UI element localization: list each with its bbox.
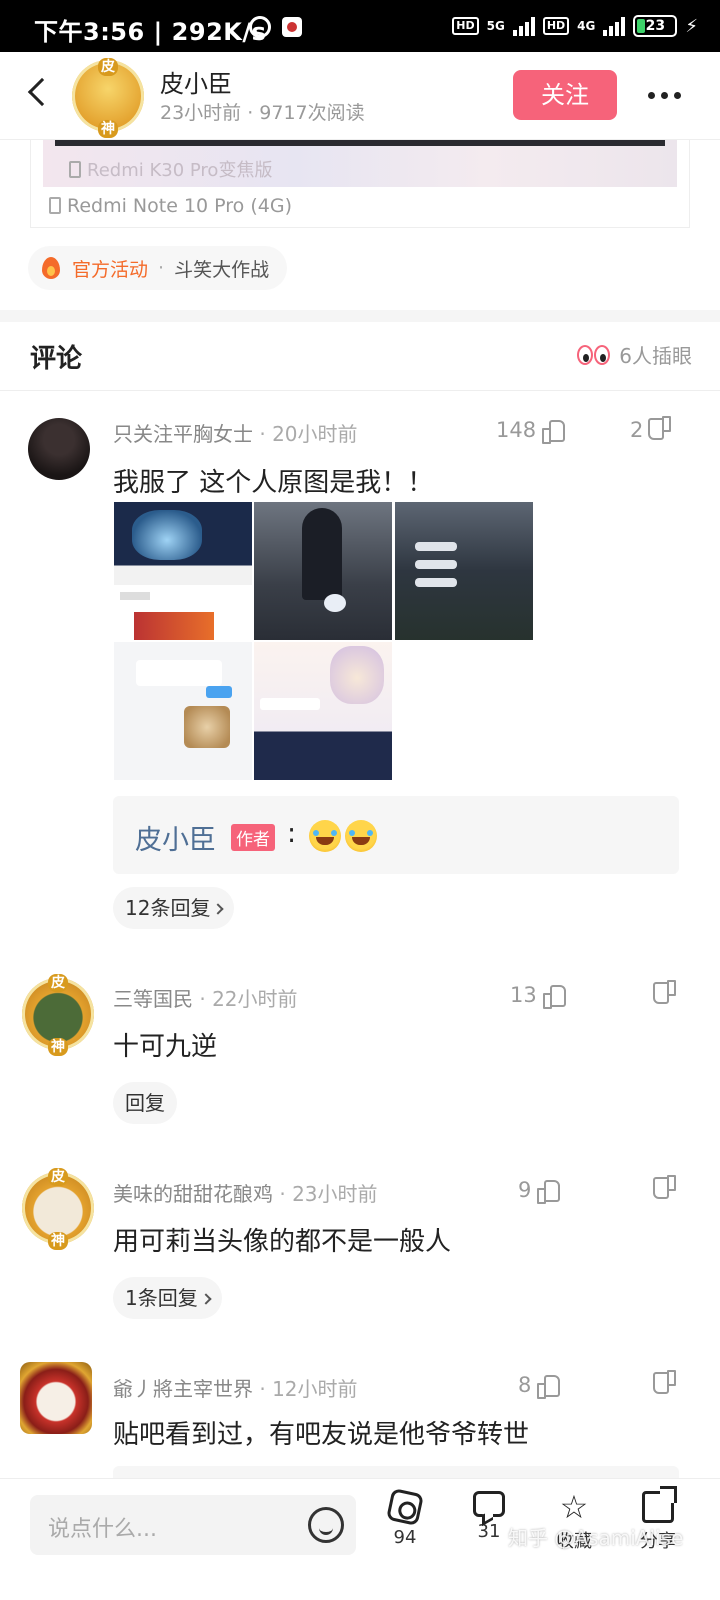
author-name[interactable]: 皮小臣 xyxy=(160,64,232,99)
star-icon: ☆ xyxy=(559,1488,589,1526)
post-header: 皮 神 皮小臣 23小时前 · 9717次阅读 关注 xyxy=(0,52,720,140)
comment-image-grid xyxy=(114,502,534,782)
author-reply-name[interactable]: 皮小臣 xyxy=(135,818,216,857)
status-time-speed: 下午3:56 | 292K/s xyxy=(34,18,267,46)
battery-level: 23 xyxy=(645,18,666,34)
section-divider xyxy=(0,310,720,322)
share-icon xyxy=(642,1486,677,1523)
badge-bottom-label: 神 xyxy=(98,120,118,138)
device-ghost-label: Redmi K30 Pro变焦版 xyxy=(69,156,272,182)
comment-image[interactable] xyxy=(254,502,392,640)
comment-image[interactable] xyxy=(395,502,533,640)
watchers-label: 6人插眼 xyxy=(619,344,692,368)
battery-icon: 23 xyxy=(633,15,678,37)
status-bar: 下午3:56 | 292K/s HD 5G HD 4G 23 ⚡ xyxy=(0,0,720,52)
thumbs-up-icon[interactable] xyxy=(542,419,566,444)
device-label: Redmi Note 10 Pro (4G) xyxy=(49,195,292,217)
post-meta: 23小时前 · 9717次阅读 xyxy=(160,102,365,124)
comment-icon xyxy=(473,1491,505,1517)
flame-icon xyxy=(42,257,60,279)
reply-button[interactable]: 回复 xyxy=(113,1082,177,1124)
like-count[interactable]: 9 xyxy=(518,1178,561,1204)
view-replies-button[interactable]: 12条回复 xyxy=(113,887,235,929)
comment-time: · 12小时前 xyxy=(259,1377,358,1401)
comment-text: 贴吧看到过，有吧友说是他爷爷转世 xyxy=(113,1420,530,1450)
thumbs-up-icon[interactable] xyxy=(537,1179,561,1204)
network-label: 5G xyxy=(486,19,505,33)
emoji-icon[interactable] xyxy=(308,1507,344,1543)
author-avatar[interactable]: 皮 神 xyxy=(72,58,144,138)
comment-image[interactable] xyxy=(114,642,252,780)
watermark: 知乎 @AsamiAlise xyxy=(508,1526,684,1550)
card-icon xyxy=(386,1488,424,1526)
chevron-right-icon xyxy=(212,903,225,915)
author-reply[interactable]: 皮小臣 作者 : xyxy=(113,796,679,874)
comment-user[interactable]: 美味的甜甜花酿鸡 · 23小时前 xyxy=(113,1178,378,1207)
laugh-cry-emoji-icon xyxy=(345,820,377,852)
comment-user[interactable]: 三等国民 · 22小时前 xyxy=(113,983,298,1012)
comment-user[interactable]: 爺丿將主宰世界 · 12小时前 xyxy=(113,1373,358,1402)
dislike-button[interactable] xyxy=(654,1178,676,1200)
comment-avatar[interactable]: 皮 神 xyxy=(22,1168,94,1250)
comments-title: 评论 xyxy=(30,344,83,374)
follow-button[interactable]: 关注 xyxy=(513,70,617,120)
dislike-count[interactable]: 2 xyxy=(630,418,671,442)
phone-icon xyxy=(49,197,61,214)
comment-image[interactable] xyxy=(114,502,252,640)
comment-avatar[interactable] xyxy=(20,1362,92,1434)
thumbs-up-icon[interactable] xyxy=(542,984,566,1009)
comment-text: 十可九逆 xyxy=(113,1032,218,1062)
comment-text: 用可莉当头像的都不是一般人 xyxy=(113,1227,452,1257)
thumbs-down-icon[interactable] xyxy=(654,1178,676,1200)
signal-icon xyxy=(512,16,535,36)
dislike-button[interactable] xyxy=(654,1373,676,1395)
comment-avatar[interactable] xyxy=(28,418,90,480)
comment-input-placeholder: 说点什么... xyxy=(48,1517,157,1542)
comment-time: · 20小时前 xyxy=(259,422,358,446)
view-replies-button[interactable]: 1条回复 xyxy=(113,1277,222,1319)
laugh-cry-emoji-icon xyxy=(309,820,341,852)
hd-icon: HD xyxy=(542,17,570,35)
eyes-icon xyxy=(577,343,613,367)
activity-separator: · xyxy=(158,257,165,279)
activity-name: 斗笑大作战 xyxy=(174,258,270,281)
more-icon[interactable] xyxy=(648,92,681,99)
thumbs-down-icon[interactable] xyxy=(654,983,676,1005)
post-image-strip[interactable]: Redmi K30 Pro变焦版 xyxy=(43,140,677,187)
signal-icon xyxy=(603,16,626,36)
thumbs-down-icon[interactable] xyxy=(654,1373,676,1395)
author-tag: 作者 xyxy=(231,824,275,851)
author-reply-colon: : xyxy=(287,818,297,849)
activity-label: 官方活动 xyxy=(72,258,149,281)
like-count[interactable]: 148 xyxy=(496,418,566,444)
alarm-icon xyxy=(249,16,271,38)
hd-icon: HD xyxy=(452,17,479,35)
thumbs-down-icon[interactable] xyxy=(649,419,671,441)
comment-time: · 23小时前 xyxy=(279,1182,378,1206)
comment-avatar[interactable]: 皮 神 xyxy=(22,974,94,1056)
like-count[interactable]: 8 xyxy=(518,1373,561,1399)
comment-text: 我服了 这个人原图是我！！ xyxy=(113,468,434,498)
chevron-right-icon xyxy=(200,1293,212,1305)
badge-top-label: 皮 xyxy=(98,58,118,76)
card-button[interactable]: 94 xyxy=(375,1488,435,1548)
card-count: 94 xyxy=(393,1527,417,1548)
divider xyxy=(0,390,720,391)
comment-image[interactable] xyxy=(254,642,392,780)
back-icon[interactable] xyxy=(27,77,57,107)
comment-time: · 22小时前 xyxy=(199,987,298,1011)
phone-icon xyxy=(69,161,81,178)
charging-icon: ⚡ xyxy=(685,15,698,37)
comment-user[interactable]: 只关注平胸女士 · 20小时前 xyxy=(113,418,358,447)
activity-tag[interactable]: 官方活动 · 斗笑大作战 xyxy=(28,246,288,290)
dislike-button[interactable] xyxy=(654,983,676,1005)
app-notification-icon xyxy=(282,17,302,37)
watchers-count[interactable]: 6人插眼 xyxy=(577,340,692,369)
comment-input[interactable]: 说点什么... xyxy=(30,1495,356,1555)
thumbs-up-icon[interactable] xyxy=(537,1374,561,1399)
device-card: Redmi K30 Pro变焦版 Redmi Note 10 Pro (4G) xyxy=(30,140,690,228)
like-count[interactable]: 13 xyxy=(510,983,566,1009)
network-label: 4G xyxy=(577,19,596,33)
